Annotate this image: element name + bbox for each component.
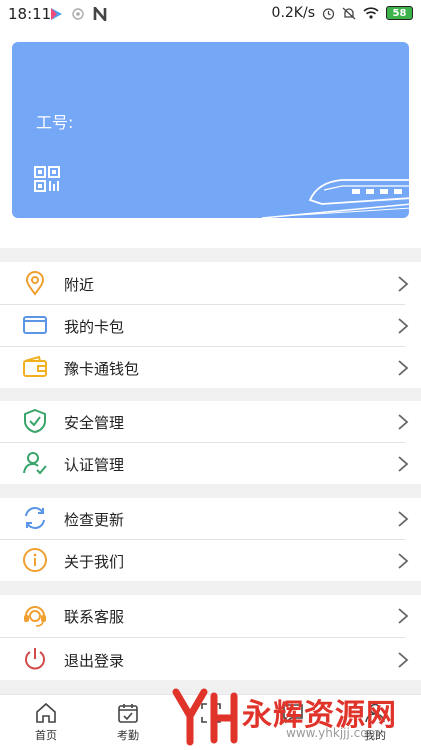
section-gap bbox=[0, 484, 421, 498]
status-time: 18:11 bbox=[8, 5, 52, 23]
refresh-icon bbox=[25, 507, 45, 529]
employee-id-label: 工号: bbox=[36, 113, 74, 132]
headset-icon bbox=[24, 606, 46, 627]
nav-label: 首页 bbox=[35, 729, 57, 742]
n-logo-icon bbox=[93, 7, 107, 21]
chevron-right-icon bbox=[398, 553, 409, 569]
train-illustration bbox=[262, 179, 409, 218]
network-speed: 0.2K/s bbox=[271, 5, 315, 21]
menu-item-security[interactable]: 安全管理 bbox=[0, 401, 421, 442]
menu-label: 关于我们 bbox=[64, 553, 125, 571]
menu-item-verification[interactable]: 认证管理 bbox=[0, 443, 421, 484]
menu-label: 豫卡通钱包 bbox=[64, 360, 140, 378]
wifi-icon bbox=[363, 7, 379, 19]
menu-item-logout[interactable]: 退出登录 bbox=[0, 639, 421, 680]
chevron-right-icon bbox=[398, 511, 409, 527]
menu-item-customer-service[interactable]: 联系客服 bbox=[0, 595, 421, 636]
watermark: 永辉资源网 www.yhkjjj.com bbox=[170, 686, 410, 746]
calendar-check-icon bbox=[118, 704, 138, 723]
shield-check-icon bbox=[24, 408, 46, 434]
app-circle-icon bbox=[72, 8, 84, 20]
mute-icon bbox=[342, 7, 356, 19]
chevron-right-icon bbox=[398, 608, 409, 624]
wallet-icon bbox=[23, 355, 47, 377]
section-gap bbox=[0, 581, 421, 595]
power-icon bbox=[25, 648, 45, 670]
chevron-right-icon bbox=[398, 456, 409, 472]
info-icon bbox=[23, 548, 47, 572]
menu-item-about[interactable]: 关于我们 bbox=[0, 540, 421, 581]
nav-label: 考勤 bbox=[117, 729, 139, 742]
menu-label: 认证管理 bbox=[64, 456, 125, 474]
chevron-right-icon bbox=[398, 360, 409, 376]
section-gap bbox=[0, 248, 421, 262]
status-app-icons bbox=[50, 7, 107, 21]
menu-item-yukatong-wallet[interactable]: 豫卡通钱包 bbox=[0, 347, 421, 388]
menu-item-card-wallet[interactable]: 我的卡包 bbox=[0, 305, 421, 346]
nav-attendance[interactable]: 考勤 bbox=[98, 701, 158, 743]
card-icon bbox=[23, 316, 47, 334]
status-bar: 18:11 0.2K/s 58 bbox=[0, 0, 421, 30]
battery-indicator: 58 bbox=[386, 6, 413, 20]
menu-item-nearby[interactable]: 附近 bbox=[0, 263, 421, 304]
menu-item-check-update[interactable]: 检查更新 bbox=[0, 498, 421, 539]
employee-card[interactable]: 工号: bbox=[12, 42, 409, 218]
status-right: 0.2K/s 58 bbox=[272, 5, 413, 21]
menu-label: 检查更新 bbox=[64, 511, 125, 529]
section-gap bbox=[0, 387, 421, 401]
user-check-icon bbox=[23, 452, 47, 475]
chevron-right-icon bbox=[398, 414, 409, 430]
chevron-right-icon bbox=[398, 318, 409, 334]
menu-label: 退出登录 bbox=[64, 652, 125, 670]
watermark-logo bbox=[172, 688, 238, 746]
menu-label: 联系客服 bbox=[64, 608, 125, 626]
menu-label: 附近 bbox=[64, 276, 95, 294]
chevron-right-icon bbox=[398, 652, 409, 668]
play-store-icon bbox=[51, 8, 62, 20]
nav-home[interactable]: 首页 bbox=[16, 701, 76, 743]
watermark-url: www.yhkjjj.com bbox=[286, 726, 380, 740]
divider bbox=[0, 637, 405, 638]
chevron-right-icon bbox=[398, 276, 409, 292]
qr-code-icon[interactable] bbox=[34, 166, 60, 192]
home-icon bbox=[36, 702, 56, 723]
location-pin-icon bbox=[25, 271, 45, 296]
menu-label: 安全管理 bbox=[64, 414, 125, 432]
alarm-icon bbox=[322, 7, 335, 20]
menu-label: 我的卡包 bbox=[64, 318, 125, 336]
